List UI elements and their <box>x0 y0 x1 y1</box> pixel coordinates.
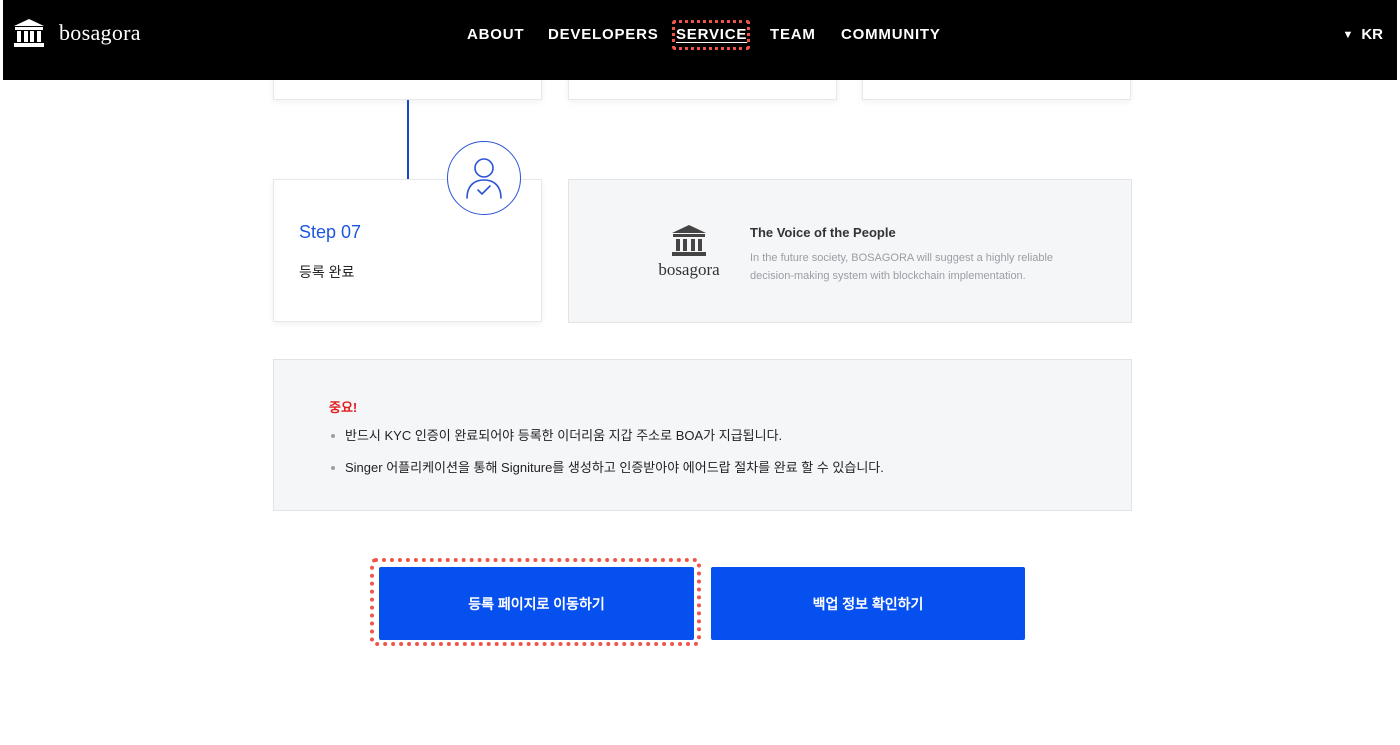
nav-item-developers[interactable]: DEVELOPERS <box>548 24 659 46</box>
nav-item-community[interactable]: COMMUNITY <box>841 24 941 46</box>
step-connector-line <box>407 100 409 180</box>
list-item: 반드시 KYC 인증이 완료되어야 등록한 이더리움 지갑 주소로 BOA가 지… <box>329 426 884 458</box>
temple-logo-icon <box>672 225 706 256</box>
step-description: 등록 완료 <box>299 264 355 280</box>
go-to-registration-button[interactable]: 등록 페이지로 이동하기 <box>379 567 694 640</box>
main-nav: ABOUT DEVELOPERS SERVICE TEAM COMMUNITY <box>3 24 1397 46</box>
language-label: KR <box>1361 26 1383 43</box>
nav-item-about[interactable]: ABOUT <box>467 24 524 46</box>
info-logo-text: bosagora <box>658 260 720 279</box>
important-notice: 중요! 반드시 KYC 인증이 완료되어야 등록한 이더리움 지갑 주소로 BO… <box>273 359 1132 511</box>
info-title: The Voice of the People <box>750 225 896 240</box>
user-check-icon <box>447 141 521 215</box>
info-card: bosagora The Voice of the People In the … <box>568 179 1132 323</box>
check-backup-info-button[interactable]: 백업 정보 확인하기 <box>711 567 1025 640</box>
site-header: bosagora ABOUT DEVELOPERS SERVICE TEAM C… <box>3 0 1397 80</box>
notice-list: 반드시 KYC 인증이 완료되어야 등록한 이더리움 지갑 주소로 BOA가 지… <box>329 426 884 490</box>
list-item: Singer 어플리케이션을 통해 Signiture를 생성하고 인증받아야 … <box>329 458 884 490</box>
nav-item-team[interactable]: TEAM <box>770 24 816 46</box>
step-title: Step 07 <box>299 222 362 242</box>
notice-title: 중요! <box>329 400 358 415</box>
info-logo: bosagora <box>651 224 727 280</box>
page: bosagora ABOUT DEVELOPERS SERVICE TEAM C… <box>0 0 1400 745</box>
caret-down-icon: ▼ <box>1342 29 1354 41</box>
nav-item-service[interactable]: SERVICE <box>676 24 747 46</box>
language-selector[interactable]: ▼ KR <box>1342 24 1383 46</box>
info-text: In the future society, BOSAGORA will sug… <box>750 252 1054 282</box>
